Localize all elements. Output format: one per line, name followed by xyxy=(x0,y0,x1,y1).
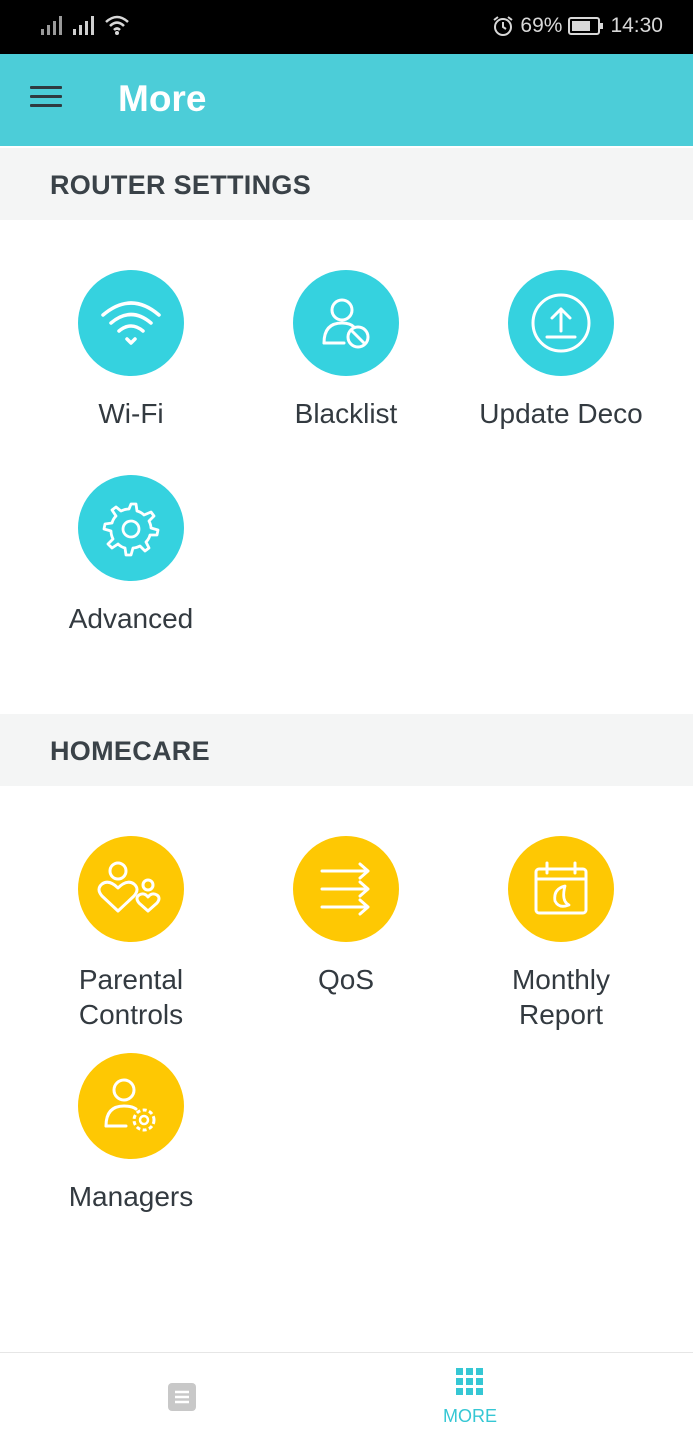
status-right: 69% 14:30 xyxy=(492,14,663,38)
blacklist-tile[interactable]: Blacklist xyxy=(246,270,446,431)
managers-tile[interactable]: Managers xyxy=(31,1053,231,1214)
upload-icon xyxy=(508,270,614,376)
calendar-icon xyxy=(508,836,614,942)
nav-more[interactable]: MORE xyxy=(370,1353,570,1441)
monthly-report-tile[interactable]: Monthly Report xyxy=(461,836,661,1032)
alarm-icon xyxy=(493,16,514,36)
tile-label: Update Deco xyxy=(479,398,643,429)
section-title: ROUTER SETTINGS xyxy=(50,170,312,200)
wifi-icon xyxy=(105,15,129,35)
parental-icon xyxy=(78,836,184,942)
nav-overview[interactable] xyxy=(82,1353,282,1441)
bottom-nav: MORE xyxy=(0,1352,693,1441)
qos-tile[interactable]: QoS xyxy=(246,836,446,997)
battery-percent: 69% xyxy=(520,14,563,37)
grid-icon xyxy=(456,1368,483,1395)
status-left xyxy=(40,14,130,36)
app-bar: More xyxy=(0,54,693,146)
tile-label: QoS xyxy=(317,964,375,995)
tile-label: Monthly Report xyxy=(511,964,611,1030)
tile-label: Managers xyxy=(68,1181,194,1212)
wifi-icon xyxy=(78,270,184,376)
section-header-router-settings: ROUTER SETTINGS xyxy=(0,148,693,220)
parental-controls-tile[interactable]: Parental Controls xyxy=(31,836,231,1032)
tile-label: Wi-Fi xyxy=(98,398,164,429)
page-title: More xyxy=(118,78,207,119)
wifi-tile[interactable]: Wi-Fi xyxy=(31,270,231,431)
qos-arrows-icon xyxy=(293,836,399,942)
signal-icon xyxy=(41,16,62,35)
document-icon xyxy=(168,1383,196,1411)
status-bar: 69% 14:30 xyxy=(0,0,693,54)
advanced-tile[interactable]: Advanced xyxy=(31,475,231,636)
section-title: HOMECARE xyxy=(50,736,210,766)
tile-label: Blacklist xyxy=(294,398,398,429)
gear-icon xyxy=(78,475,184,581)
nav-more-label: MORE xyxy=(443,1406,497,1426)
section-header-homecare: HOMECARE xyxy=(0,714,693,786)
tile-label: Advanced xyxy=(68,603,194,634)
clock: 14:30 xyxy=(610,14,663,37)
user-block-icon xyxy=(293,270,399,376)
signal-icon xyxy=(73,16,94,35)
update-deco-tile[interactable]: Update Deco xyxy=(461,270,661,431)
user-gear-icon xyxy=(78,1053,184,1159)
battery-icon xyxy=(568,17,604,35)
hamburger-menu-icon[interactable] xyxy=(30,86,62,114)
tile-label: Parental Controls xyxy=(78,964,184,1030)
